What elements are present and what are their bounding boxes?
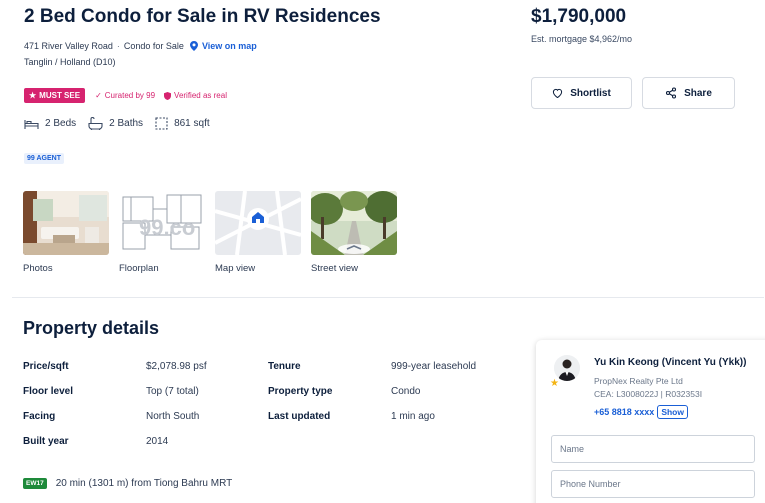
listing-type: Condo for Sale: [123, 41, 184, 51]
share-button[interactable]: Share: [642, 77, 735, 109]
map-pin-icon: [189, 41, 198, 51]
check-icon: ✓: [95, 91, 102, 100]
detail-key: Facing: [23, 411, 56, 422]
detail-key: Floor level: [23, 386, 74, 397]
beds-value: 2 Beds: [45, 118, 77, 129]
view-on-map-label: View on map: [201, 41, 257, 51]
mrt-distance: EW17 20 min (1301 m) from Tiong Bahru MR…: [23, 478, 232, 489]
floorplan-label[interactable]: Floorplan: [119, 263, 159, 274]
agent-phone-row: +65 8818 xxxx Show: [594, 405, 688, 419]
listing-price: $1,790,000: [531, 6, 627, 27]
show-phone-button[interactable]: Show: [657, 405, 688, 419]
photos-thumbnail[interactable]: [23, 191, 109, 255]
svg-text:99.co: 99.co: [139, 215, 195, 240]
detail-key: Built year: [23, 436, 69, 447]
agent-phone-number: +65 8818 xxxx: [594, 407, 655, 417]
specs-row: 2 Beds 2 Baths 861 sqft: [24, 117, 222, 130]
share-label: Share: [684, 87, 712, 99]
detail-key: Price/sqft: [23, 361, 69, 372]
photos-label[interactable]: Photos: [23, 263, 53, 274]
star-icon: ★: [29, 91, 37, 100]
detail-value: 2014: [146, 436, 169, 447]
street-view-thumbnail[interactable]: [311, 191, 397, 255]
detail-value: $2,078.98 psf: [146, 361, 207, 372]
curated-label: Curated by 99: [104, 91, 156, 100]
shield-check-icon: [164, 91, 172, 100]
must-see-label: MUST SEE: [39, 91, 81, 100]
spec-beds: 2 Beds: [24, 118, 76, 130]
must-see-badge: ★ MUST SEE: [24, 88, 86, 103]
detail-value: 999-year leasehold: [391, 361, 477, 372]
floorplan-thumbnail[interactable]: 99.co: [119, 191, 205, 255]
shortlist-button[interactable]: Shortlist: [531, 77, 632, 109]
street-image: [311, 191, 397, 255]
shortlist-label: Shortlist: [570, 87, 611, 99]
address-separator: ·: [116, 41, 120, 51]
listing-title: 2 Bed Condo for Sale in RV Residences: [24, 6, 381, 27]
detail-value: Condo: [391, 386, 421, 397]
verified-badge[interactable]: Verified as real: [164, 91, 227, 100]
living-room-photo: [23, 191, 109, 255]
detail-value: North South: [146, 411, 200, 422]
baths-value: 2 Baths: [109, 118, 144, 129]
bathtub-icon: [88, 117, 103, 130]
mortgage-estimate[interactable]: Est. mortgage $4,962/mo: [531, 34, 632, 44]
map-view-thumbnail[interactable]: [215, 191, 301, 255]
district: Tanglin / Holland (D10): [24, 57, 116, 67]
floorplan-image: 99.co: [119, 191, 205, 255]
detail-value: 1 min ago: [391, 411, 435, 422]
name-field[interactable]: [551, 435, 755, 463]
verified-label: Verified as real: [174, 91, 227, 100]
agent-company: PropNex Realty Pte Ltd: [594, 376, 683, 386]
detail-value: Top (7 total): [146, 386, 199, 397]
agent-name[interactable]: Yu Kin Keong (Vincent Yu (Ykk)): [594, 357, 746, 368]
spec-baths: 2 Baths: [88, 117, 143, 130]
phone-number-field[interactable]: [551, 470, 755, 498]
map-image: [215, 191, 301, 255]
section-divider: [12, 297, 764, 298]
star-icon: ★: [550, 378, 559, 389]
agent-cea: CEA: L3008022J | R032353I: [594, 389, 703, 399]
detail-key: Tenure: [268, 361, 301, 372]
curated-badge[interactable]: ✓ Curated by 99: [95, 91, 155, 100]
detail-key: Property type: [268, 386, 333, 397]
floor-area-icon: [155, 117, 168, 130]
badge-row: ★ MUST SEE ✓ Curated by 99 Verified as r…: [24, 88, 227, 103]
address-line: 471 River Valley Road · Condo for Sale V…: [24, 41, 257, 51]
detail-key: Last updated: [268, 411, 331, 422]
area-value: 861 sqft: [174, 118, 210, 129]
view-on-map-link[interactable]: View on map: [189, 41, 257, 51]
street-view-label[interactable]: Street view: [311, 263, 358, 274]
address-text: 471 River Valley Road: [24, 41, 113, 51]
spec-area: 861 sqft: [155, 117, 210, 130]
bed-icon: [24, 119, 39, 129]
share-icon: [666, 87, 677, 99]
heart-icon: [553, 88, 563, 98]
mrt-text: 20 min (1301 m) from Tiong Bahru MRT: [55, 478, 233, 489]
mrt-line-badge: EW17: [23, 478, 47, 489]
agent-tag: 99 AGENT: [24, 153, 64, 164]
map-view-label[interactable]: Map view: [215, 263, 255, 274]
property-details-heading: Property details: [23, 318, 160, 338]
